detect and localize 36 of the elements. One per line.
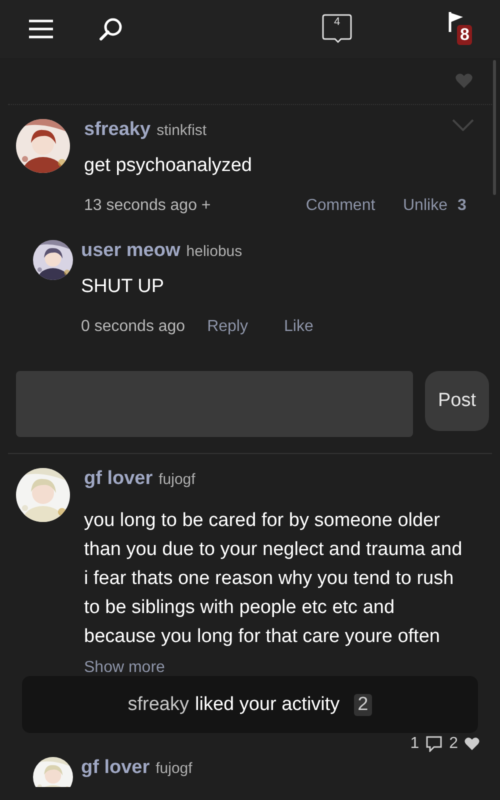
messages-button[interactable]: 4 bbox=[322, 14, 352, 44]
author-name[interactable]: user meow bbox=[81, 240, 180, 262]
toast-username: sfreaky bbox=[128, 694, 189, 716]
reply-field[interactable] bbox=[16, 371, 413, 437]
comment-text: get psychoanalyzed bbox=[84, 154, 253, 178]
notification-toast[interactable]: sfreaky liked your activity 2 bbox=[22, 676, 478, 733]
show-more-link[interactable]: Show more bbox=[84, 659, 484, 677]
speech-bubble-icon[interactable] bbox=[425, 736, 444, 752]
notification-badge: 8 bbox=[457, 25, 472, 45]
username: fujogf bbox=[158, 471, 196, 488]
toast-message: liked your activity bbox=[195, 694, 340, 716]
timestamp: 0 seconds ago bbox=[81, 318, 186, 336]
like-link[interactable]: Like bbox=[284, 318, 314, 336]
author-name[interactable]: gf lover bbox=[84, 468, 153, 490]
heart-icon[interactable] bbox=[464, 737, 480, 751]
activity-text: you long to be cared for by someone older than you due to your neglect and trauma and i fear thats one reason why you tend to rush to be siblings with people etc etc and because you long for that care youre often bbox=[84, 509, 464, 649]
notifications-button[interactable]: 8 bbox=[448, 11, 478, 47]
search-icon[interactable] bbox=[98, 16, 124, 42]
toast-count: 2 bbox=[354, 694, 372, 716]
author-name[interactable]: sfreaky bbox=[84, 119, 151, 141]
timestamp: 13 seconds ago + bbox=[84, 197, 212, 215]
message-count: 4 bbox=[332, 16, 342, 28]
comment-link[interactable]: Comment bbox=[278, 197, 403, 215]
username: stinkfist bbox=[156, 122, 207, 139]
menu-icon[interactable] bbox=[28, 19, 54, 39]
reply-link[interactable]: Reply bbox=[207, 318, 248, 336]
reply-count: 1 bbox=[410, 735, 420, 753]
unlike-link[interactable]: Unlike bbox=[403, 197, 448, 215]
username: fujogf bbox=[156, 760, 192, 777]
reply-text: SHUT UP bbox=[81, 275, 166, 299]
like-count: 2 bbox=[449, 735, 458, 753]
like-count: 3 bbox=[457, 197, 466, 215]
username: heliobus bbox=[186, 243, 242, 260]
speech-bubble-icon bbox=[322, 14, 352, 44]
author-name[interactable]: gf lover bbox=[81, 757, 150, 779]
post-button[interactable]: Post bbox=[425, 371, 489, 431]
